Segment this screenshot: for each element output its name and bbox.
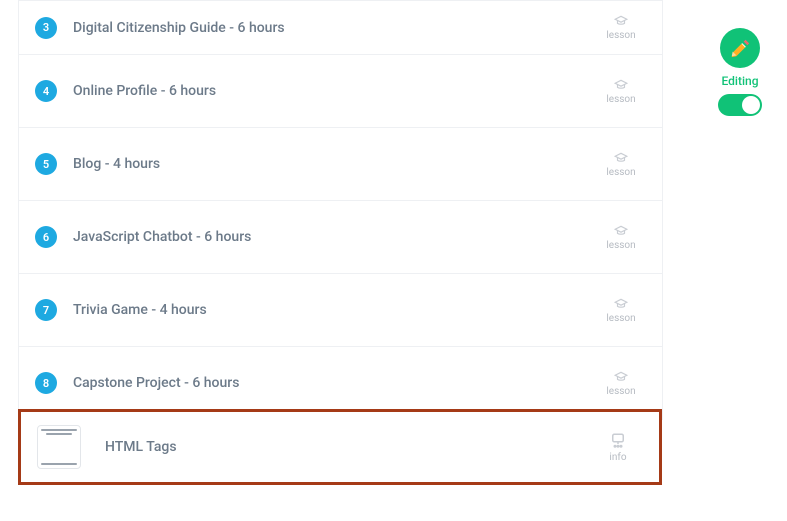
edit-panel: Editing bbox=[710, 28, 770, 116]
lesson-title: Online Profile - 6 hours bbox=[57, 83, 596, 99]
lesson-row[interactable]: 4 Online Profile - 6 hours lesson bbox=[19, 55, 662, 128]
lesson-type-label: lesson bbox=[606, 386, 635, 397]
cap-icon bbox=[612, 224, 630, 238]
highlighted-title: HTML Tags bbox=[81, 439, 593, 455]
lesson-title: Capstone Project - 6 hours bbox=[57, 375, 596, 391]
cap-icon bbox=[612, 151, 630, 165]
cap-icon bbox=[612, 297, 630, 311]
highlighted-type: info bbox=[593, 432, 643, 463]
edit-button[interactable] bbox=[720, 28, 760, 68]
lesson-number-badge: 8 bbox=[35, 372, 57, 394]
lesson-title: Trivia Game - 4 hours bbox=[57, 302, 596, 318]
lesson-title: JavaScript Chatbot - 6 hours bbox=[57, 229, 596, 245]
lesson-title: Blog - 4 hours bbox=[57, 156, 596, 172]
cap-icon bbox=[612, 14, 630, 28]
lesson-row[interactable]: 3 Digital Citizenship Guide - 6 hours le… bbox=[19, 1, 662, 55]
lesson-number-badge: 6 bbox=[35, 226, 57, 248]
lesson-type: lesson bbox=[596, 78, 646, 105]
pencil-icon bbox=[729, 37, 751, 59]
lesson-number-badge: 7 bbox=[35, 299, 57, 321]
lesson-type: lesson bbox=[596, 151, 646, 178]
lesson-row[interactable]: 6 JavaScript Chatbot - 6 hours lesson bbox=[19, 201, 662, 274]
lesson-number-badge: 5 bbox=[35, 153, 57, 175]
editing-label: Editing bbox=[721, 74, 758, 88]
lesson-type: lesson bbox=[596, 370, 646, 397]
toggle-knob bbox=[742, 96, 760, 114]
lesson-type: lesson bbox=[596, 297, 646, 324]
highlighted-type-label: info bbox=[609, 452, 626, 463]
lesson-type-label: lesson bbox=[606, 94, 635, 105]
cap-icon bbox=[612, 370, 630, 384]
highlighted-item[interactable]: HTML Tags info bbox=[18, 409, 662, 485]
lesson-title: Digital Citizenship Guide - 6 hours bbox=[57, 20, 596, 36]
cap-icon bbox=[612, 78, 630, 92]
lesson-list: 3 Digital Citizenship Guide - 6 hours le… bbox=[18, 0, 663, 420]
lesson-type-label: lesson bbox=[606, 240, 635, 251]
lesson-number-badge: 4 bbox=[35, 80, 57, 102]
lesson-type-label: lesson bbox=[606, 167, 635, 178]
lesson-row[interactable]: 7 Trivia Game - 4 hours lesson bbox=[19, 274, 662, 347]
lesson-type: lesson bbox=[596, 224, 646, 251]
lesson-row[interactable]: 5 Blog - 4 hours lesson bbox=[19, 128, 662, 201]
document-icon bbox=[37, 425, 81, 469]
info-icon bbox=[609, 432, 627, 450]
lesson-type: lesson bbox=[596, 14, 646, 41]
lesson-number-badge: 3 bbox=[35, 17, 57, 39]
editing-toggle[interactable] bbox=[718, 94, 762, 116]
lesson-type-label: lesson bbox=[606, 313, 635, 324]
lesson-type-label: lesson bbox=[606, 30, 635, 41]
